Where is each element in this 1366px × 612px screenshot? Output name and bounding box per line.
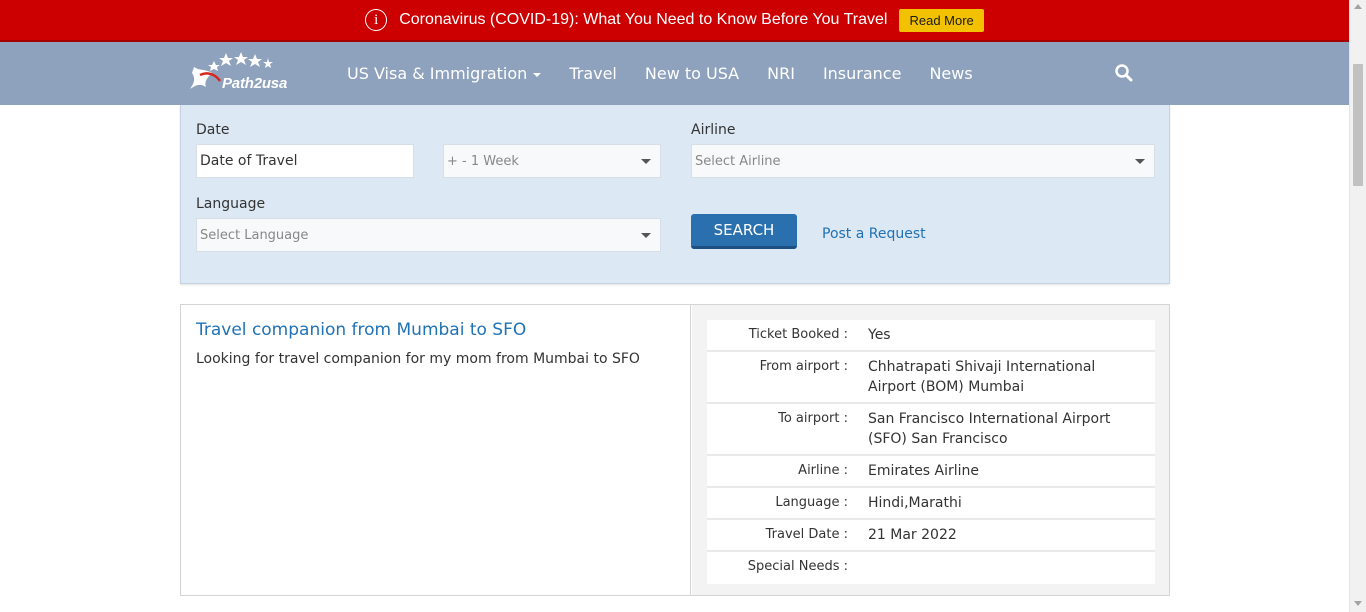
result-title-link[interactable]: Travel companion from Mumbai to SFO [196, 320, 526, 340]
detail-key: To airport : [778, 411, 848, 426]
nav-links: US Visa & Immigration Travel New to USA … [347, 42, 1001, 105]
nav-insurance[interactable]: Insurance [823, 64, 902, 83]
language-value: Select Language [200, 227, 309, 243]
scrollbar-thumb[interactable] [1353, 64, 1363, 186]
detail-value: San Francisco International Airport (SFO… [868, 411, 1111, 447]
scroll-down-arrow-icon[interactable] [1354, 601, 1362, 606]
companion-search-panel: Date Date of Travel + - 1 Week Airline S… [180, 105, 1170, 284]
detail-key: Airline : [798, 463, 848, 478]
caret-down-icon [533, 72, 542, 77]
nav-new-to-usa[interactable]: New to USA [645, 64, 739, 83]
result-card: Travel companion from Mumbai to SFO Look… [180, 304, 1170, 596]
detail-value: 21 Mar 2022 [868, 527, 957, 543]
nav-news[interactable]: News [929, 64, 972, 83]
chevron-down-icon [641, 233, 651, 238]
detail-key: Special Needs : [747, 559, 848, 574]
post-a-request-link[interactable]: Post a Request [822, 226, 926, 242]
alert-content: i Coronavirus (COVID-19): What You Need … [365, 8, 984, 32]
nav-us-visa-immigration[interactable]: US Visa & Immigration [347, 64, 542, 83]
alert-text: Coronavirus (COVID-19): What You Need to… [399, 11, 888, 28]
nav-label: US Visa & Immigration [347, 64, 528, 83]
date-label: Date [196, 122, 230, 138]
detail-value: Chhatrapati Shivaji International Airpor… [868, 359, 1096, 395]
read-more-button[interactable]: Read More [899, 8, 984, 32]
detail-key: Ticket Booked : [748, 327, 848, 342]
chevron-down-icon [1135, 159, 1145, 164]
detail-value: Emirates Airline [868, 463, 980, 479]
search-button[interactable]: SEARCH [691, 214, 797, 249]
page-scrollbar[interactable] [1349, 0, 1366, 612]
detail-key: From airport : [759, 359, 848, 374]
path2usa-logo[interactable]: Path2usa [186, 51, 310, 97]
date-range-select[interactable]: + - 1 Week [443, 144, 661, 178]
page: i Coronavirus (COVID-19): What You Need … [0, 0, 1366, 612]
detail-key: Travel Date : [765, 527, 848, 542]
detail-value [862, 552, 1155, 584]
detail-value: Yes [868, 327, 891, 343]
main-navbar: Path2usa US Visa & Immigration Travel Ne… [0, 42, 1349, 105]
airline-value: Select Airline [695, 153, 781, 169]
detail-row-airline: Airline : Emirates Airline [707, 456, 1155, 488]
result-description: Looking for travel companion for my mom … [196, 351, 640, 367]
result-summary: Travel companion from Mumbai to SFO Look… [181, 305, 691, 595]
result-details: Ticket Booked : Yes From airport : Chhat… [692, 305, 1169, 595]
language-select[interactable]: Select Language [196, 218, 661, 252]
details-table: Ticket Booked : Yes From airport : Chhat… [707, 320, 1155, 584]
date-range-value: + - 1 Week [447, 153, 519, 169]
detail-row-travel-date: Travel Date : 21 Mar 2022 [707, 520, 1155, 552]
date-of-travel-input[interactable]: Date of Travel [196, 144, 414, 178]
detail-key: Language : [775, 495, 848, 510]
detail-row-special-needs: Special Needs : [707, 552, 1155, 584]
airline-select[interactable]: Select Airline [691, 144, 1155, 178]
detail-row-to-airport: To airport : San Francisco International… [707, 404, 1155, 456]
search-icon[interactable] [1114, 63, 1134, 83]
scroll-up-arrow-icon[interactable] [1354, 4, 1362, 9]
detail-row-language: Language : Hindi,Marathi [707, 488, 1155, 520]
detail-value: Hindi,Marathi [868, 495, 962, 511]
chevron-down-icon [641, 159, 651, 164]
language-label: Language [196, 196, 266, 212]
covid-alert-bar: i Coronavirus (COVID-19): What You Need … [0, 0, 1349, 42]
nav-travel[interactable]: Travel [569, 64, 617, 83]
logo-text: Path2usa [222, 75, 288, 92]
nav-nri[interactable]: NRI [767, 64, 795, 83]
detail-row-ticket-booked: Ticket Booked : Yes [707, 320, 1155, 352]
airline-label: Airline [691, 122, 736, 138]
detail-row-from-airport: From airport : Chhatrapati Shivaji Inter… [707, 352, 1155, 404]
info-circle-icon: i [365, 9, 388, 31]
